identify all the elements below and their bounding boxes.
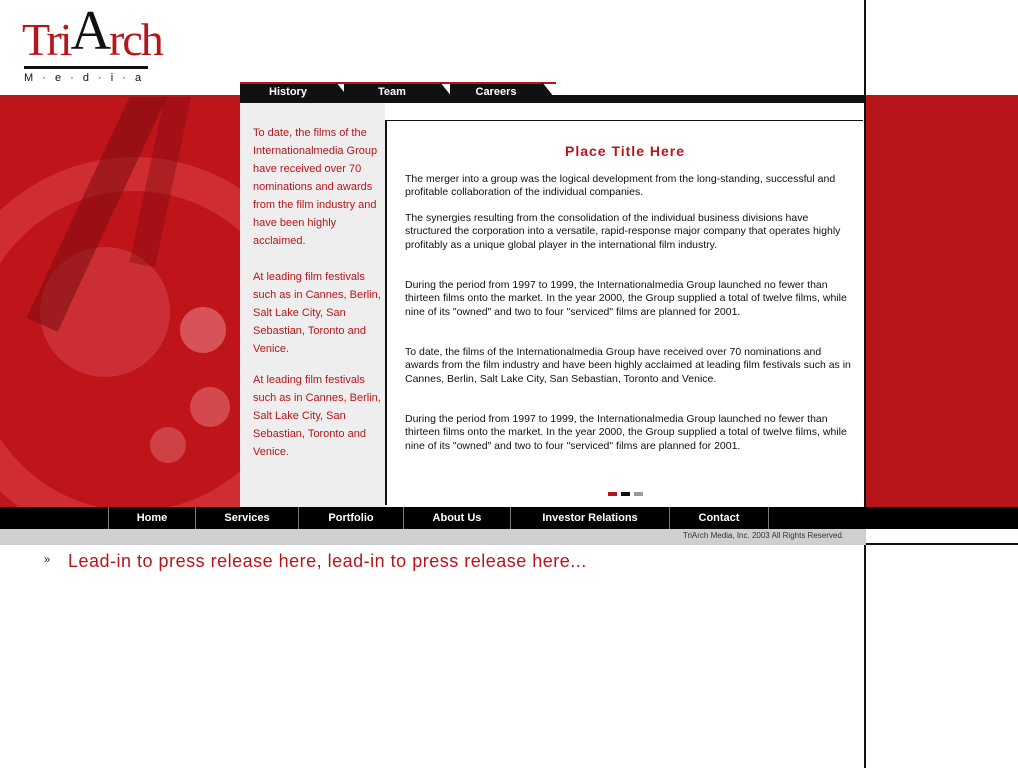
reel-hole xyxy=(180,307,226,353)
logo-rule xyxy=(24,66,148,69)
tab-label: Careers xyxy=(475,86,517,98)
page-title: Place Title Here xyxy=(564,143,686,159)
logo-word-prefix: Tri xyxy=(22,14,73,65)
tab-label: History xyxy=(269,86,307,98)
nav-label: Investor Relations xyxy=(542,512,638,524)
nav-spacer xyxy=(768,507,865,529)
logo-wordmark: TriArch xyxy=(22,3,164,65)
pager-dot-1[interactable] xyxy=(607,492,617,496)
tab-label: Team xyxy=(378,86,406,98)
sidebar-text: To date, the films of the Internationalm… xyxy=(253,127,378,247)
pager xyxy=(387,483,863,501)
sidebar-text: At leading film festivals such as in Can… xyxy=(253,271,381,355)
content-paragraph: The synergies resulting from the consoli… xyxy=(405,212,841,251)
nav-home[interactable]: Home xyxy=(108,507,195,529)
logo-word-a: A xyxy=(70,0,111,62)
tab-careers[interactable]: Careers xyxy=(450,82,558,102)
nav-about-us[interactable]: About Us xyxy=(403,507,510,529)
film-reel-image xyxy=(0,97,240,507)
footer-line xyxy=(866,543,1018,545)
logo-tagline: M · e · d · i · a xyxy=(24,72,145,84)
nav-label: Contact xyxy=(698,512,740,524)
nav-bar-extension xyxy=(866,507,1018,529)
nav-label: Services xyxy=(224,512,270,524)
triarch-logo[interactable]: TriArch M · e · d · i · a xyxy=(22,3,164,84)
content-paragraph: To date, the films of the Internationalm… xyxy=(405,346,851,385)
logo-word-suffix: rch xyxy=(109,14,164,65)
copyright: TriArch Media, Inc. 2003 All Rights Rese… xyxy=(682,531,844,540)
double-chevron-right-icon: » xyxy=(44,554,51,566)
press-release-lead-in[interactable]: Lead-in to press release here, lead-in t… xyxy=(68,551,587,572)
content-paragraph: The merger into a group was the logical … xyxy=(405,173,836,199)
tab-history[interactable]: History xyxy=(240,82,352,102)
nav-label: Portfolio xyxy=(328,512,374,524)
pager-dot-2[interactable] xyxy=(620,492,630,496)
nav-label: About Us xyxy=(432,512,482,524)
main-nav: Home Services Portfolio About Us Investo… xyxy=(0,507,866,529)
footer-bar: TriArch Media, Inc. 2003 All Rights Rese… xyxy=(0,529,866,545)
pager-dot-3[interactable] xyxy=(633,492,643,496)
nav-services[interactable]: Services xyxy=(195,507,298,529)
content-paragraph: During the period from 1997 to 1999, the… xyxy=(405,413,847,452)
nav-contact[interactable]: Contact xyxy=(669,507,768,529)
reel-hole xyxy=(190,387,230,427)
content-paragraph: During the period from 1997 to 1999, the… xyxy=(405,279,847,318)
sidebar: To date, the films of the Internationalm… xyxy=(240,103,385,507)
right-red-panel xyxy=(866,97,1018,507)
nav-portfolio[interactable]: Portfolio xyxy=(298,507,403,529)
tab-team[interactable]: Team xyxy=(344,82,456,102)
content-panel: Place Title Here The merger into a group… xyxy=(385,120,863,505)
sidebar-text: At leading film festivals such as in Can… xyxy=(253,374,381,458)
nav-investor-relations[interactable]: Investor Relations xyxy=(510,507,669,529)
nav-label: Home xyxy=(136,512,168,524)
reel-hole xyxy=(150,427,186,463)
